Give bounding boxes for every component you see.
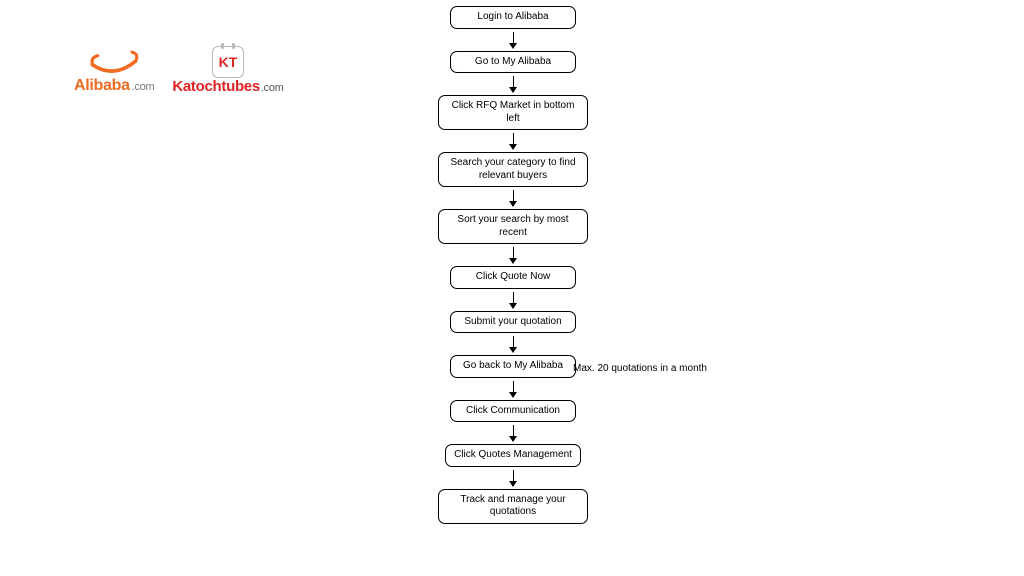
flow-step-label: Login to Alibaba (477, 11, 548, 22)
flow-step: Click RFQ Market in bottom left (438, 95, 588, 130)
flow-step: Click Quotes Management (445, 444, 581, 467)
arrow-down-icon (509, 76, 517, 93)
arrow-down-icon (509, 247, 517, 264)
kt-badge-text: KT (219, 54, 238, 70)
arrow-down-icon (509, 470, 517, 487)
diagram-canvas: Alibaba.com KT Katochtubes.com Login to … (0, 0, 1024, 576)
annotation-note: Max. 20 quotations in a month (570, 362, 710, 375)
katochtubes-suffix: .com (261, 82, 284, 94)
flow-step: Sort your search by most recent (438, 209, 588, 244)
flow-step: Login to Alibaba (450, 6, 576, 29)
flow-step-label: Click RFQ Market in bottom left (452, 100, 575, 124)
flow-step-label: Search your category to find relevant bu… (450, 157, 575, 181)
flow-step-label: Sort your search by most recent (457, 214, 568, 238)
flowchart: Login to Alibaba Go to My Alibaba Click … (438, 6, 588, 524)
arrow-down-icon (509, 32, 517, 49)
flow-step: Go to My Alibaba (450, 51, 576, 74)
flow-step-label: Click Quotes Management (454, 449, 572, 460)
flow-step-label: Click Communication (466, 405, 560, 416)
flow-step: Go back to My Alibaba (450, 355, 576, 378)
alibaba-smile-icon (85, 47, 143, 77)
flow-step: Search your category to find relevant bu… (438, 152, 588, 187)
alibaba-suffix: .com (132, 81, 155, 93)
flow-step-label: Submit your quotation (464, 316, 561, 327)
annotation-text: Max. 20 quotations in a month (573, 363, 707, 374)
arrow-down-icon (509, 133, 517, 150)
flow-step: Submit your quotation (450, 311, 576, 334)
arrow-down-icon (509, 425, 517, 442)
arrow-down-icon (509, 381, 517, 398)
alibaba-logo: Alibaba.com (74, 47, 154, 95)
kt-badge-icon: KT (212, 46, 244, 78)
flow-step-label: Go to My Alibaba (475, 56, 551, 67)
flow-step-label: Click Quote Now (476, 271, 550, 282)
logo-row: Alibaba.com KT Katochtubes.com (74, 46, 284, 95)
katochtubes-logo: KT Katochtubes.com (172, 46, 283, 95)
alibaba-wordmark: Alibaba.com (74, 77, 154, 95)
flow-step: Click Communication (450, 400, 576, 423)
katochtubes-name: Katochtubes (172, 78, 260, 95)
katochtubes-wordmark: Katochtubes.com (172, 78, 283, 95)
flow-step-label: Track and manage your quotations (460, 494, 565, 518)
flow-step-label: Go back to My Alibaba (463, 360, 563, 371)
flow-step: Track and manage your quotations (438, 489, 588, 524)
alibaba-name: Alibaba (74, 77, 130, 94)
arrow-down-icon (509, 190, 517, 207)
arrow-down-icon (509, 336, 517, 353)
flow-step: Click Quote Now (450, 266, 576, 289)
arrow-down-icon (509, 292, 517, 309)
